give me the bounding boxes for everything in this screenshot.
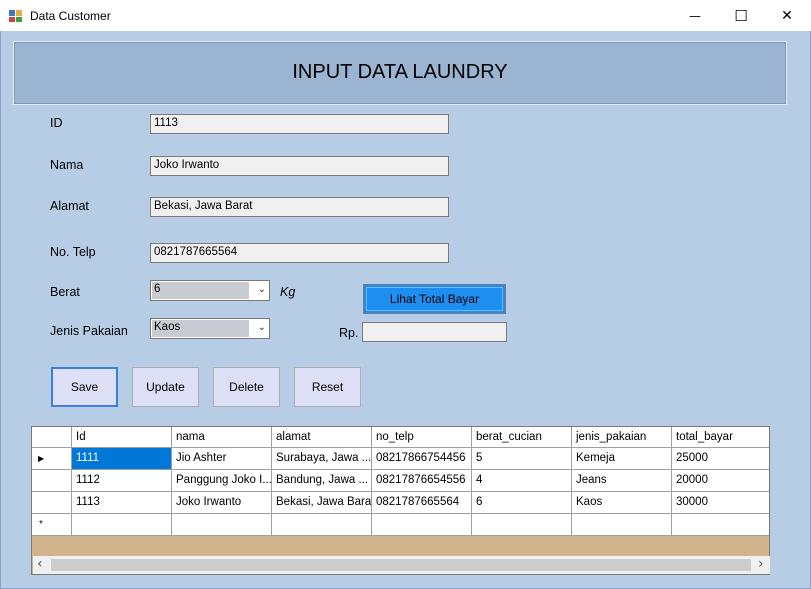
table-cell[interactable]: 1113 — [72, 492, 172, 514]
table-cell[interactable]: Jio Ashter — [172, 448, 272, 470]
table-cell[interactable]: Kaos — [572, 492, 672, 514]
table-cell[interactable]: Jeans — [572, 470, 672, 492]
telp-label: No. Telp — [50, 245, 96, 259]
column-header[interactable]: Id — [72, 427, 172, 448]
rp-label: Rp. — [339, 326, 359, 340]
table-cell[interactable]: Joko Irwanto — [172, 492, 272, 514]
table-cell[interactable] — [372, 514, 472, 536]
new-row-icon[interactable]: * — [32, 514, 72, 536]
maximize-icon: ☐ — [734, 6, 748, 25]
minimize-icon: — — [689, 8, 701, 23]
new-row[interactable]: * — [32, 514, 769, 536]
alamat-field[interactable]: Bekasi, Jawa Barat — [150, 197, 449, 217]
table-cell[interactable]: Bandung, Jawa ... — [272, 470, 372, 492]
table-cell[interactable] — [72, 514, 172, 536]
table-cell[interactable]: Bekasi, Jawa Barat — [272, 492, 372, 514]
column-header[interactable]: alamat — [272, 427, 372, 448]
table-cell[interactable]: 30000 — [672, 492, 769, 514]
horizontal-scrollbar[interactable]: ‹ › — [33, 556, 770, 574]
berat-label: Berat — [50, 285, 80, 299]
table-cell[interactable]: 6 — [472, 492, 572, 514]
lihat-total-bayar-button[interactable]: Lihat Total Bayar — [363, 284, 506, 314]
berat-selected-value: 6 — [152, 282, 249, 299]
berat-unit-label: Kg — [280, 285, 296, 299]
update-button[interactable]: Update — [132, 367, 199, 407]
table-row[interactable]: 1112 Panggung Joko I... Bandung, Jawa ..… — [32, 470, 769, 492]
column-header[interactable]: jenis_pakaian — [572, 427, 672, 448]
id-field[interactable]: 1113 — [150, 114, 449, 134]
scroll-right-icon[interactable]: › — [758, 556, 764, 572]
reset-button[interactable]: Reset — [294, 367, 361, 407]
save-button[interactable]: Save — [51, 367, 118, 407]
table-cell[interactable]: 4 — [472, 470, 572, 492]
telp-field[interactable]: 0821787665564 — [150, 243, 449, 263]
close-button[interactable]: ✕ — [764, 0, 810, 31]
table-cell[interactable]: 25000 — [672, 448, 769, 470]
table-cell[interactable]: 08217866754456 — [372, 448, 472, 470]
app-icon — [9, 10, 22, 22]
maximize-button[interactable]: ☐ — [718, 0, 764, 31]
title-bar[interactable]: Data Customer — ☐ ✕ — [0, 0, 811, 31]
data-grid[interactable]: Id nama alamat no_telp berat_cucian jeni… — [31, 426, 770, 575]
minimize-button[interactable]: — — [672, 0, 718, 31]
delete-button[interactable]: Delete — [213, 367, 280, 407]
total-bayar-field[interactable] — [362, 322, 507, 342]
table-cell[interactable] — [572, 514, 672, 536]
column-header[interactable]: no_telp — [372, 427, 472, 448]
nama-field[interactable]: Joko Irwanto — [150, 156, 449, 176]
window-title: Data Customer — [30, 9, 111, 23]
table-cell[interactable]: 5 — [472, 448, 572, 470]
table-cell[interactable] — [272, 514, 372, 536]
table-cell[interactable] — [472, 514, 572, 536]
berat-combobox[interactable]: 6 ⌄ — [150, 280, 270, 301]
column-header[interactable]: total_bayar — [672, 427, 769, 448]
table-cell[interactable]: Kemeja — [572, 448, 672, 470]
jenis-pakaian-combobox[interactable]: Kaos ⌄ — [150, 318, 270, 339]
table-cell[interactable] — [672, 514, 769, 536]
grid-header-row: Id nama alamat no_telp berat_cucian jeni… — [32, 427, 769, 449]
row-header[interactable] — [32, 470, 72, 492]
table-row[interactable]: 1113 Joko Irwanto Bekasi, Jawa Barat 082… — [32, 492, 769, 514]
table-cell[interactable] — [172, 514, 272, 536]
table-cell[interactable]: 1112 — [72, 470, 172, 492]
scrollbar-thumb[interactable] — [51, 559, 751, 571]
chevron-down-icon: ⌄ — [257, 284, 266, 295]
alamat-label: Alamat — [50, 199, 89, 213]
table-cell[interactable]: Panggung Joko I... — [172, 470, 272, 492]
table-cell[interactable]: 0821787665564 — [372, 492, 472, 514]
column-header[interactable]: nama — [172, 427, 272, 448]
table-cell[interactable]: 20000 — [672, 470, 769, 492]
table-cell[interactable]: 1111 — [72, 448, 172, 470]
current-row-icon[interactable]: ▶ — [32, 448, 72, 470]
jenis-pakaian-label: Jenis Pakaian — [50, 324, 128, 338]
table-row[interactable]: ▶ 1111 Jio Ashter Surabaya, Jawa ... 082… — [32, 448, 769, 470]
table-cell[interactable]: Surabaya, Jawa ... — [272, 448, 372, 470]
row-header[interactable] — [32, 492, 72, 514]
table-cell[interactable]: 08217876654556 — [372, 470, 472, 492]
scroll-left-icon[interactable]: ‹ — [37, 556, 43, 572]
page-title: INPUT DATA LAUNDRY — [292, 61, 508, 83]
chevron-down-icon: ⌄ — [257, 322, 266, 333]
id-label: ID — [50, 116, 63, 130]
column-header[interactable]: berat_cucian — [472, 427, 572, 448]
nama-label: Nama — [50, 158, 84, 172]
jenis-pakaian-selected-value: Kaos — [152, 320, 249, 337]
close-icon: ✕ — [781, 7, 793, 24]
grid-corner-header — [32, 427, 72, 448]
